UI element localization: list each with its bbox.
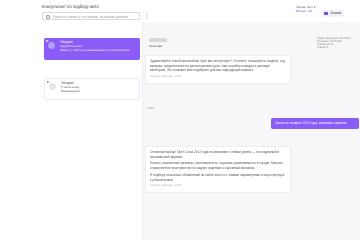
chat-meta: Первое обращение: 18.03.2024 Последнее: …: [317, 38, 350, 50]
avatar: [49, 83, 56, 90]
app-title: Консультант по подбору авто: [42, 4, 99, 9]
outgoing-message: Опель не позднее 2012 года, механика, ма…: [271, 118, 359, 129]
telegram-icon: [46, 81, 50, 83]
chat-pane: Телеграм Первое обращение: 18.03.2024 По…: [142, 22, 360, 240]
chat-list-item-active[interactable]: Telegram Андрей Юрьевич Юрий, а у тебя е…: [44, 38, 140, 60]
divider: [146, 12, 147, 20]
chat-subtitle: Андрей Юрьевич: [60, 44, 83, 49]
balance-label: Баланс: 0 ₽: [296, 9, 313, 14]
message-meta: Сейчас не работают · 14:33: [150, 184, 181, 188]
meta-line: Ответов: 6: [317, 47, 329, 50]
telegram-icon: [45, 40, 49, 42]
chat-list: Telegram Андрей Юрьевич Юрий, а у тебя е…: [42, 34, 142, 240]
chat-preview: Юрий, а у тебя есть рекомендации по запч…: [60, 48, 132, 53]
chat-subtitle: 5 часов назад: [61, 85, 80, 90]
chat-preview: Рекомендации: [61, 89, 81, 94]
knowledge-button[interactable]: Знания: [322, 10, 345, 17]
book-icon: [324, 11, 328, 15]
incoming-message: Отличный выбор! Opel Corsa 2012 года на …: [145, 146, 291, 193]
message-text: Опель не позднее 2012 года, механика, ма…: [275, 121, 347, 125]
search-input[interactable]: Поиск по клиенту, по номеру, по вашим да…: [42, 12, 140, 20]
message-meta: Сейчас не работают · 14:32: [150, 75, 181, 79]
message-paragraph: Я подберу несколько объявлений на сайте …: [150, 172, 285, 182]
chat-list-item[interactable]: Telegram 5 часов назад Рекомендации: [44, 78, 140, 100]
tariff-info: Тариф: Тест ● Баланс: 0 ₽: [296, 5, 316, 13]
search-icon: [46, 14, 50, 19]
search-placeholder: Поиск по клиенту, по номеру, по вашим да…: [53, 15, 129, 19]
message-paragraph: Плюсы: компактные размеры, экономичность…: [150, 161, 284, 171]
chat-header: Телеграм: [149, 38, 167, 48]
message-paragraph: Отличный выбор! Opel Corsa 2012 года на …: [150, 150, 280, 159]
avatar: [48, 42, 55, 49]
incoming-message: Здравствуйте! Какой автомобиль Opel вас …: [145, 55, 291, 84]
chat-title: Телеграм: [149, 43, 163, 48]
message-text: Здравствуйте! Какой автомобиль Opel вас …: [150, 59, 285, 73]
contact-name-placeholder: [149, 38, 167, 42]
top-bar: Консультант по подбору авто Поиск по кли…: [0, 0, 360, 22]
knowledge-label: Знания: [330, 11, 342, 15]
message-time: 14:32: [147, 107, 154, 110]
